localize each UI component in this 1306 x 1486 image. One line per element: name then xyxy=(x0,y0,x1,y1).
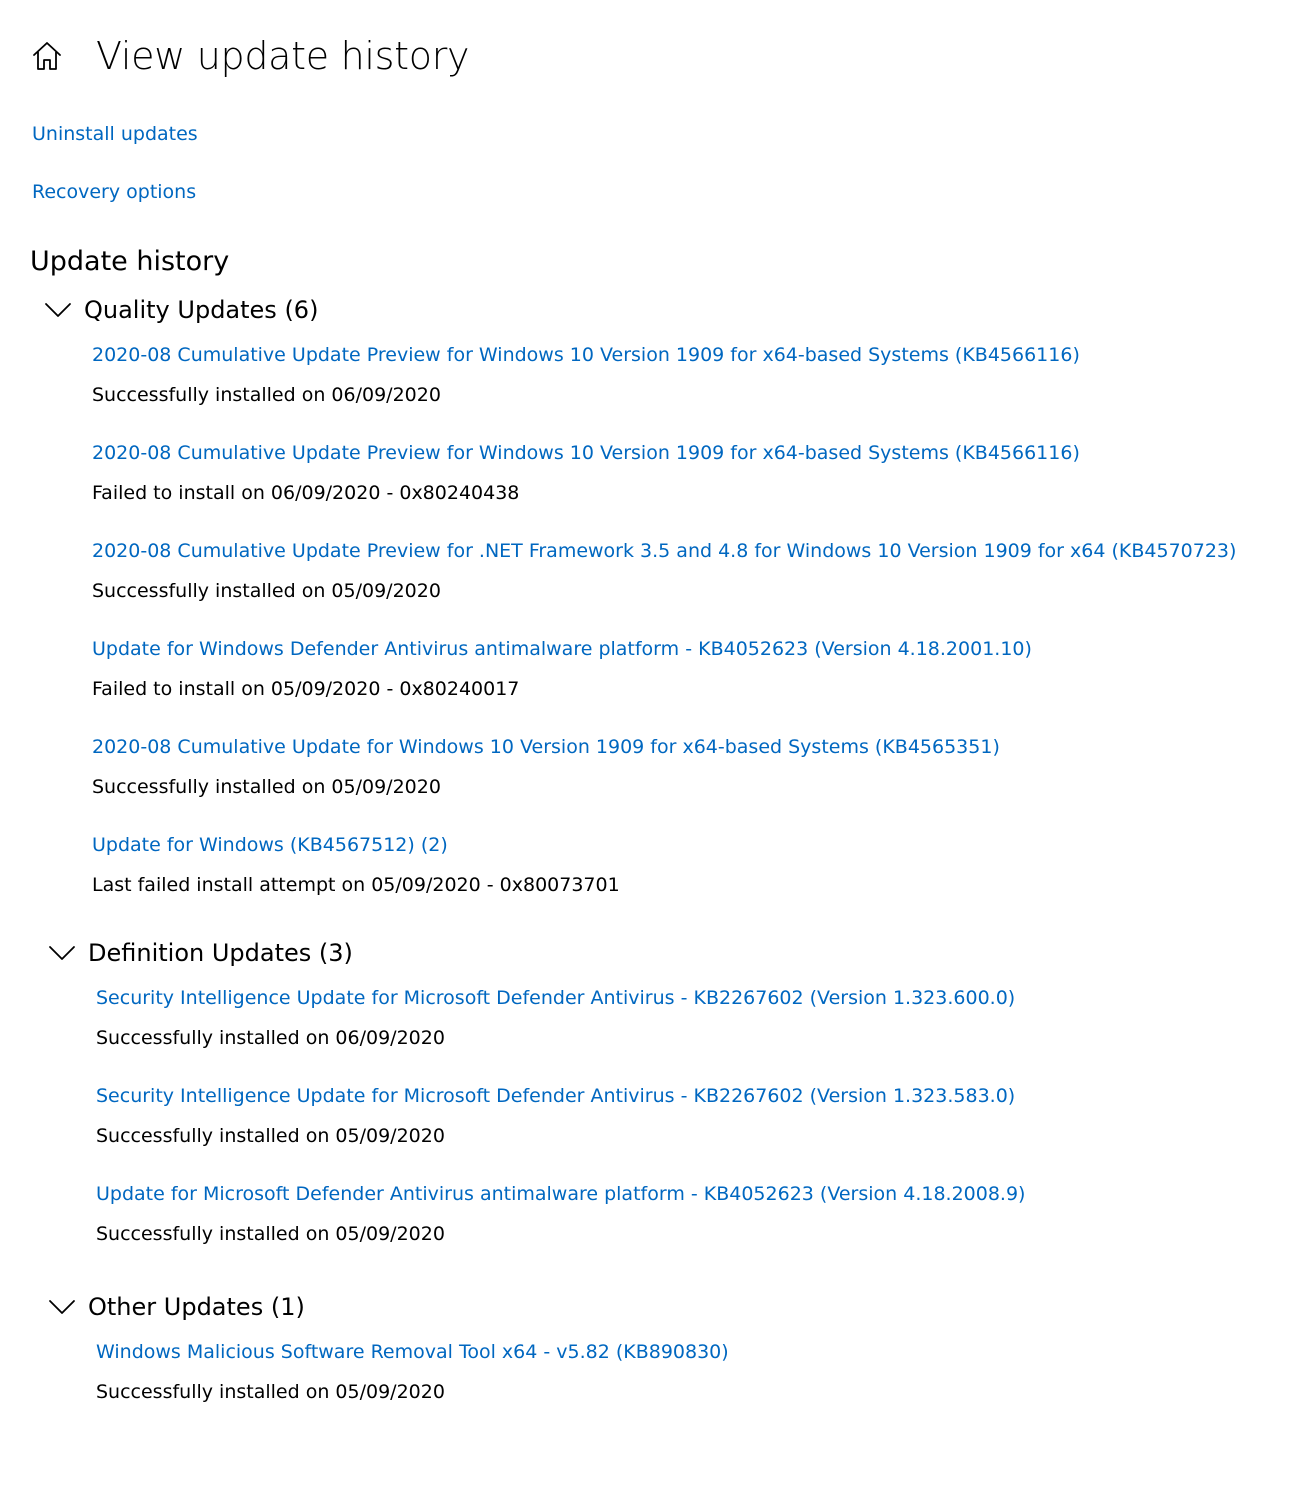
update-link[interactable]: Update for Windows Defender Antivirus an… xyxy=(92,636,1284,662)
quality-updates-toggle[interactable]: Quality Updates (6) xyxy=(44,290,1284,330)
list-item: 2020-08 Cumulative Update for Windows 10… xyxy=(92,734,1284,832)
list-item: 2020-08 Cumulative Update Preview for Wi… xyxy=(92,342,1284,440)
uninstall-updates-link[interactable]: Uninstall updates xyxy=(32,123,198,145)
update-link[interactable]: 2020-08 Cumulative Update Preview for Wi… xyxy=(92,342,1284,368)
definition-updates-toggle[interactable]: Definition Updates (3) xyxy=(44,933,1284,973)
update-link[interactable]: Security Intelligence Update for Microso… xyxy=(96,1083,1284,1109)
list-item: Security Intelligence Update for Microso… xyxy=(96,1083,1284,1181)
page-title: View update history xyxy=(96,34,470,78)
list-item: Update for Windows Defender Antivirus an… xyxy=(92,636,1284,734)
update-link[interactable]: Security Intelligence Update for Microso… xyxy=(96,985,1284,1011)
list-item: 2020-08 Cumulative Update Preview for Wi… xyxy=(92,440,1284,538)
definition-updates-title: Definition Updates (3) xyxy=(88,939,353,967)
update-link[interactable]: Update for Microsoft Defender Antivirus … xyxy=(96,1181,1284,1207)
home-icon[interactable] xyxy=(30,39,64,73)
update-status: Successfully installed on 05/09/2020 xyxy=(92,776,441,798)
chevron-down-icon[interactable] xyxy=(44,302,72,318)
list-item: Windows Malicious Software Removal Tool … xyxy=(96,1339,1284,1437)
list-item: Security Intelligence Update for Microso… xyxy=(96,985,1284,1083)
update-link[interactable]: Windows Malicious Software Removal Tool … xyxy=(96,1339,1284,1365)
update-link[interactable]: 2020-08 Cumulative Update Preview for .N… xyxy=(92,538,1284,564)
list-item: 2020-08 Cumulative Update Preview for .N… xyxy=(92,538,1284,636)
update-link[interactable]: 2020-08 Cumulative Update Preview for Wi… xyxy=(92,440,1284,466)
update-link[interactable]: 2020-08 Cumulative Update for Windows 10… xyxy=(92,734,1284,760)
definition-updates-list: Security Intelligence Update for Microso… xyxy=(44,985,1284,1279)
update-status: Successfully installed on 05/09/2020 xyxy=(96,1223,445,1245)
update-status: Successfully installed on 05/09/2020 xyxy=(96,1381,445,1403)
update-status: Failed to install on 06/09/2020 - 0x8024… xyxy=(92,482,520,504)
chevron-down-icon[interactable] xyxy=(48,945,76,961)
update-status: Successfully installed on 05/09/2020 xyxy=(96,1125,445,1147)
update-status: Successfully installed on 05/09/2020 xyxy=(92,580,441,602)
other-updates-list: Windows Malicious Software Removal Tool … xyxy=(44,1339,1284,1437)
other-updates-toggle[interactable]: Other Updates (1) xyxy=(44,1287,1284,1327)
definition-updates-group: Definition Updates (3) Security Intellig… xyxy=(44,933,1284,1279)
update-status: Successfully installed on 06/09/2020 xyxy=(92,384,441,406)
update-status: Successfully installed on 06/09/2020 xyxy=(96,1027,445,1049)
update-history-heading: Update history xyxy=(30,246,230,277)
update-link[interactable]: Update for Windows (KB4567512) (2) xyxy=(92,832,1284,858)
quality-updates-title: Quality Updates (6) xyxy=(84,296,319,324)
update-status: Failed to install on 05/09/2020 - 0x8024… xyxy=(92,678,520,700)
update-status: Last failed install attempt on 05/09/202… xyxy=(92,874,620,896)
quality-updates-list: 2020-08 Cumulative Update Preview for Wi… xyxy=(44,342,1284,930)
list-item: Update for Microsoft Defender Antivirus … xyxy=(96,1181,1284,1279)
list-item: Update for Windows (KB4567512) (2) Last … xyxy=(92,832,1284,930)
other-updates-group: Other Updates (1) Windows Malicious Soft… xyxy=(44,1287,1284,1437)
quality-updates-group: Quality Updates (6) 2020-08 Cumulative U… xyxy=(44,290,1284,930)
chevron-down-icon[interactable] xyxy=(48,1299,76,1315)
recovery-options-link[interactable]: Recovery options xyxy=(32,181,196,203)
other-updates-title: Other Updates (1) xyxy=(88,1293,305,1321)
page-header: View update history xyxy=(30,30,470,82)
